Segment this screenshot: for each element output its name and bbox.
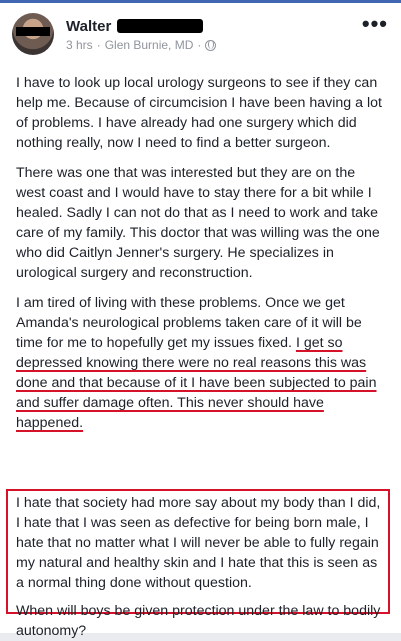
boxed-paragraph: I hate that society had more say about m… (16, 495, 381, 591)
globe-icon (205, 39, 217, 51)
post-body: I have to look up local urology surgeons… (16, 73, 388, 443)
post-paragraph: I am tired of living with these problems… (16, 293, 388, 433)
post-paragraph: I have to look up local urology surgeons… (16, 75, 382, 151)
meta-separator: · (96, 38, 101, 52)
post-paragraph: There was one that was interested but th… (16, 165, 380, 281)
boxed-paragraph: When will boys be given protection under… (16, 603, 381, 639)
author-name-row: Walter (66, 16, 204, 36)
author-avatar[interactable] (12, 13, 54, 55)
post-header: Walter 3 hrs · Glen Burnie, MD · ••• (12, 11, 392, 65)
redaction-bar (16, 27, 50, 36)
meta-separator: · (197, 38, 202, 52)
author-name[interactable]: Walter (66, 18, 111, 35)
post-meta: 3 hrs · Glen Burnie, MD · (66, 38, 217, 52)
post-time[interactable]: 3 hrs (66, 38, 93, 52)
highlighted-box: I hate that society had more say about m… (6, 489, 390, 639)
post-location[interactable]: Glen Burnie, MD (105, 38, 194, 52)
name-redaction (117, 19, 204, 33)
post-card: Walter 3 hrs · Glen Burnie, MD · ••• I h… (0, 3, 401, 639)
more-horizontal-icon[interactable]: ••• (362, 11, 388, 37)
